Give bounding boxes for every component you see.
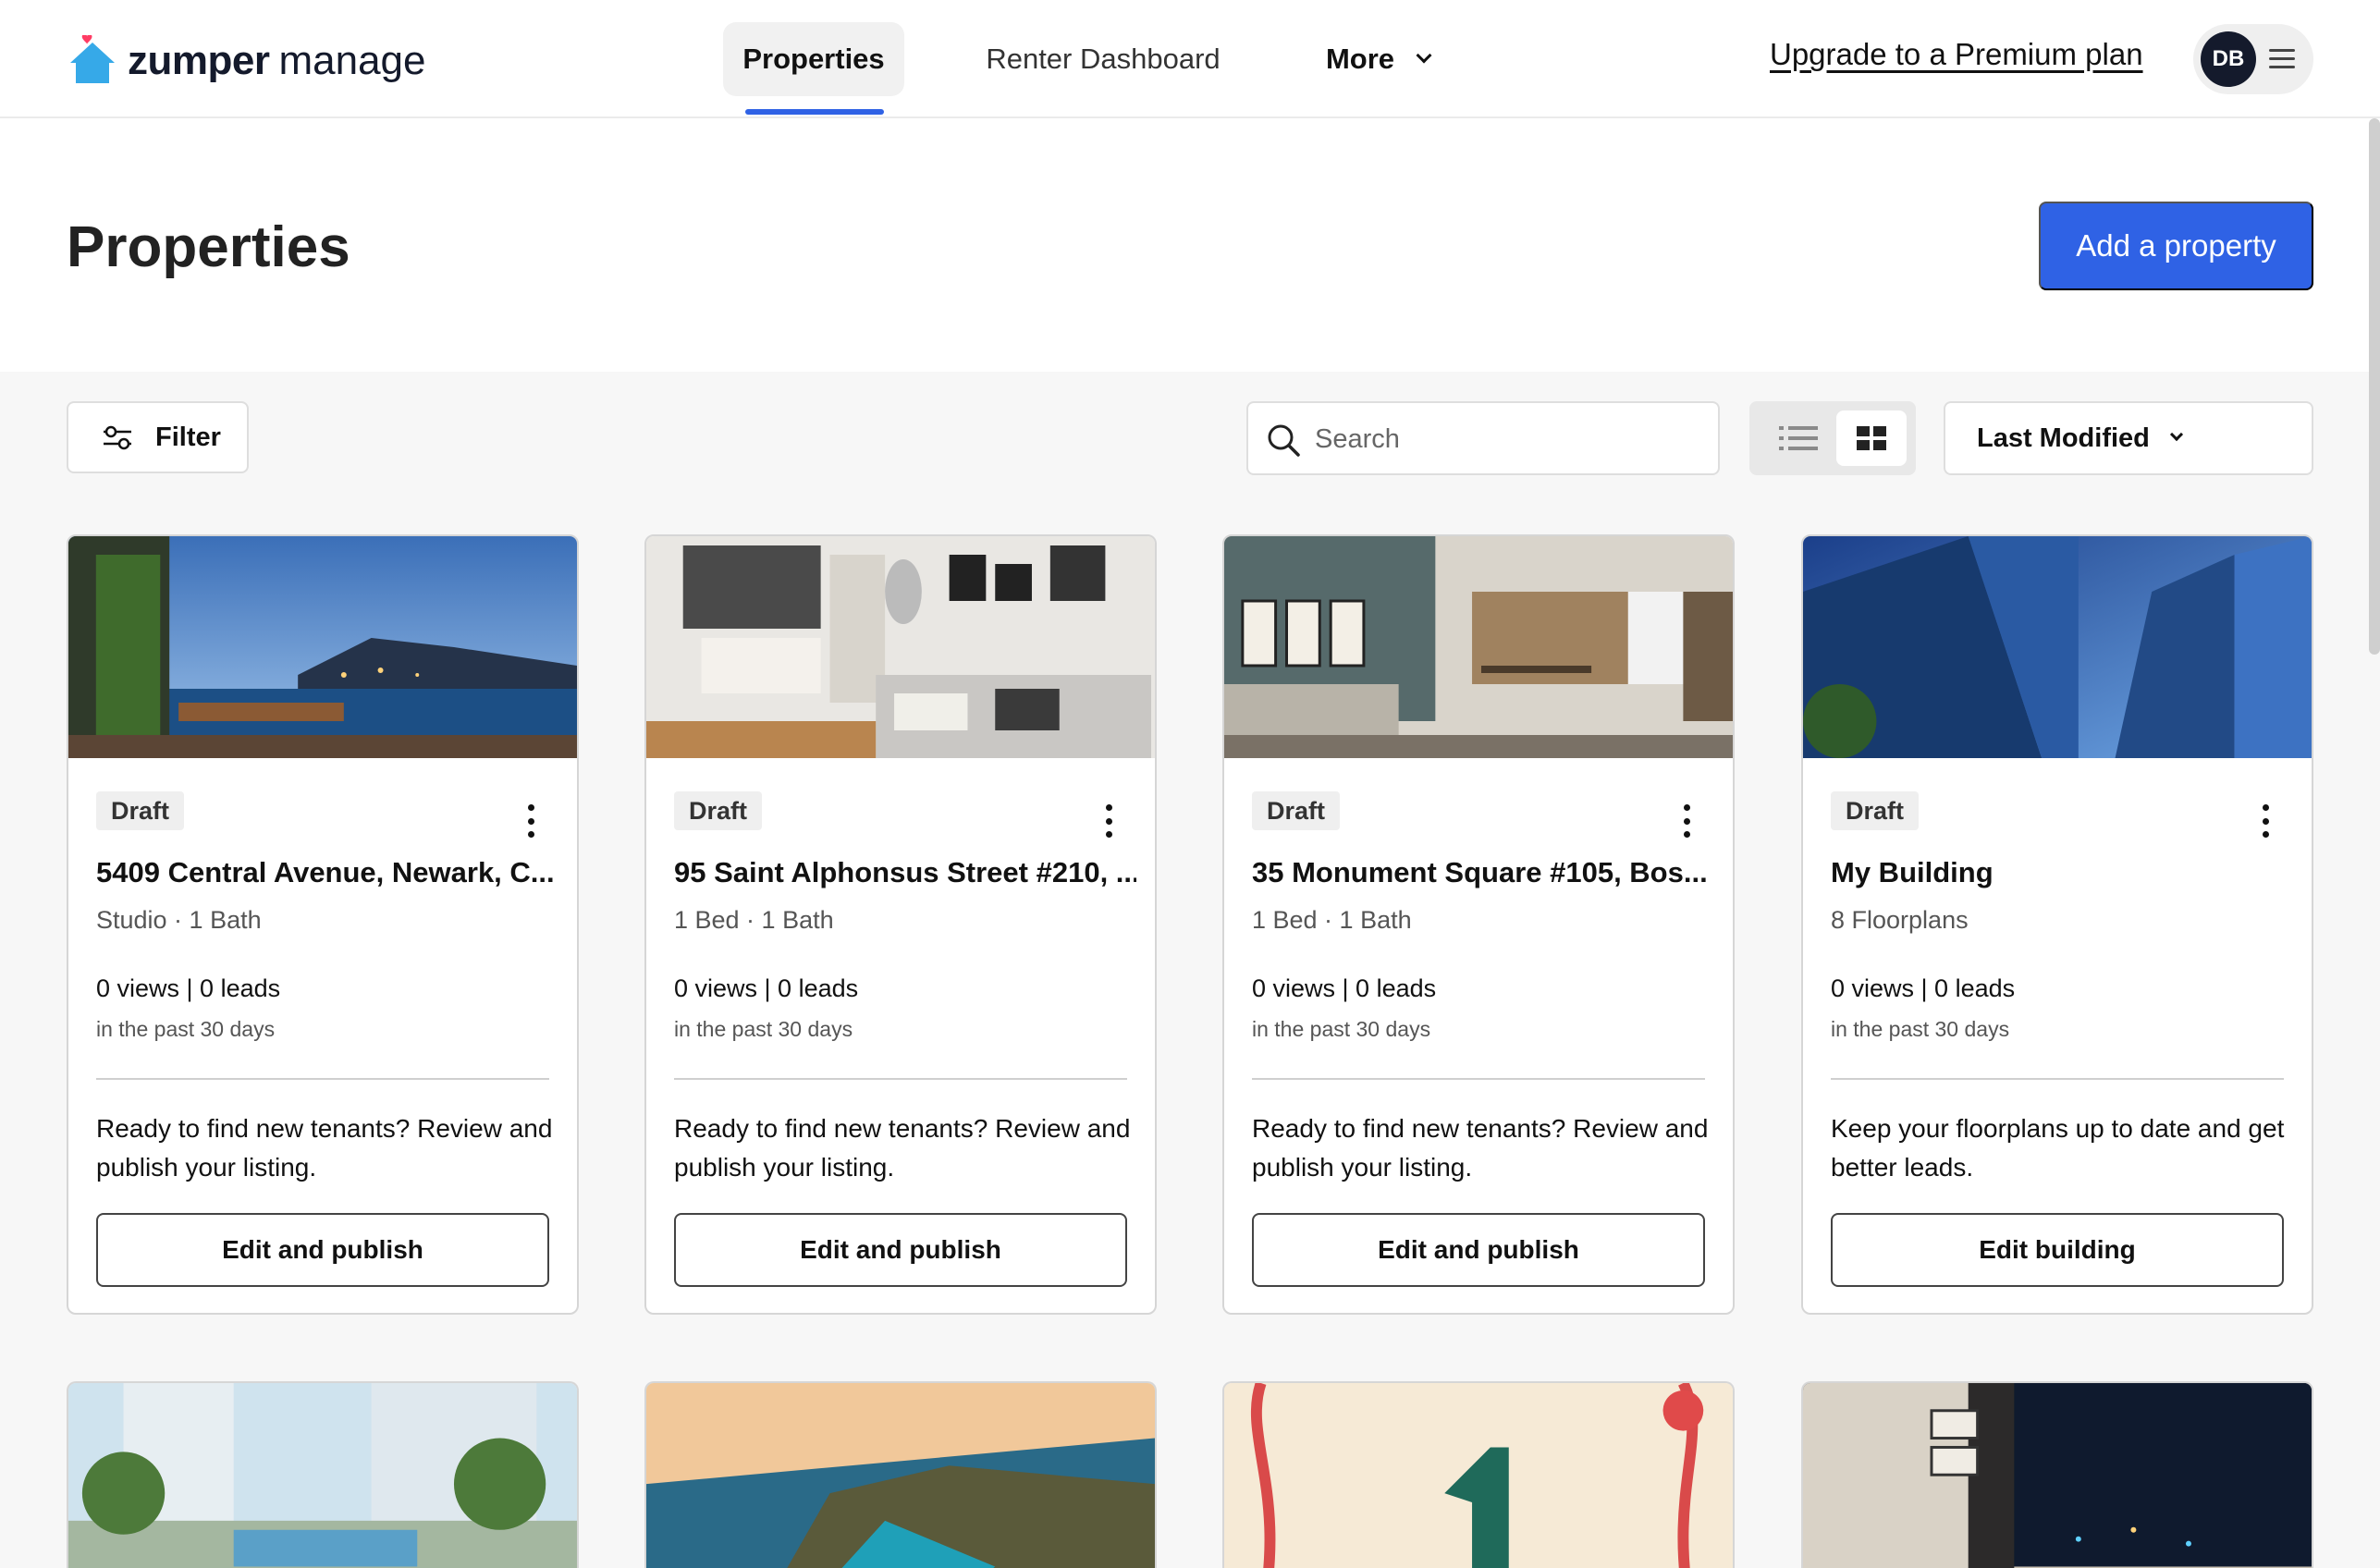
property-details: 8 Floorplans xyxy=(1831,906,1969,934)
active-tab-indicator xyxy=(745,109,884,115)
nav-tab-more[interactable]: More xyxy=(1313,22,1442,96)
card-message: Ready to find new tenants? Review and pu… xyxy=(96,1114,553,1182)
property-address[interactable]: My Building xyxy=(1831,856,2293,889)
property-photo[interactable] xyxy=(68,536,577,758)
property-photo[interactable] xyxy=(1224,536,1733,758)
grid-view-button[interactable] xyxy=(1836,410,1907,466)
card-divider xyxy=(96,1078,549,1080)
status-badge: Draft xyxy=(674,791,763,830)
more-options-icon[interactable] xyxy=(521,804,540,838)
logo-wordmark: zumper xyxy=(128,38,270,83)
property-details: 1 Bed · 1 Bath xyxy=(1252,906,1412,934)
list-view-button[interactable] xyxy=(1766,412,1831,464)
edit-and-publish-button[interactable]: Edit and publish xyxy=(674,1213,1127,1287)
sort-label: Last Modified xyxy=(1977,423,2150,453)
coastline-photo xyxy=(646,1383,1155,1568)
property-card[interactable]: Draft My Building 8 Floorplans 0 views |… xyxy=(1801,534,2313,1315)
stats-period: in the past 30 days xyxy=(1831,1017,2010,1041)
festive-number-one-photo xyxy=(1224,1383,1733,1568)
status-badge: Draft xyxy=(1252,791,1341,830)
status-badge: Draft xyxy=(1831,791,1920,830)
search-icon xyxy=(1268,424,1300,457)
nav-tab-renter-dashboard[interactable]: Renter Dashboard xyxy=(962,22,1245,96)
card-message: Keep your floorplans up to date and get … xyxy=(1831,1114,2285,1182)
more-options-icon[interactable] xyxy=(1099,804,1118,838)
views-leads-stats: 0 views | 0 leads xyxy=(1252,974,1437,1002)
more-options-icon[interactable] xyxy=(1677,804,1696,838)
resort-pool-photo xyxy=(68,1383,577,1568)
avatar: DB xyxy=(2201,31,2256,87)
chevron-down-icon xyxy=(1416,47,1432,64)
property-details: 1 Bed · 1 Bath xyxy=(674,906,834,934)
property-card-photo[interactable] xyxy=(1801,1381,2313,1568)
property-address[interactable]: 35 Monument Square #105, Bos... xyxy=(1252,856,1714,889)
upgrade-premium-link[interactable]: Upgrade to a Premium plan xyxy=(1770,37,2143,72)
card-message: Ready to find new tenants? Review and pu… xyxy=(674,1114,1131,1182)
property-address[interactable]: 95 Saint Alphonsus Street #210, ... xyxy=(674,856,1136,889)
property-address[interactable]: 5409 Central Avenue, Newark, C... xyxy=(96,856,558,889)
logo-product-name: manage xyxy=(278,38,426,83)
views-leads-stats: 0 views | 0 leads xyxy=(96,974,281,1002)
search-input[interactable] xyxy=(1315,416,1703,462)
status-badge: Draft xyxy=(96,791,185,830)
list-view-icon xyxy=(1779,426,1818,450)
filter-button[interactable]: Filter xyxy=(67,401,249,473)
page-scrollbar[interactable] xyxy=(2369,118,2380,655)
property-card-photo[interactable] xyxy=(1222,1381,1735,1568)
property-photo[interactable] xyxy=(646,536,1155,758)
edit-building-button[interactable]: Edit building xyxy=(1831,1213,2284,1287)
hamburger-menu-icon xyxy=(2269,49,2295,69)
property-card-photo[interactable] xyxy=(644,1381,1157,1568)
add-property-button[interactable]: Add a property xyxy=(2039,202,2313,290)
edit-and-publish-button[interactable]: Edit and publish xyxy=(96,1213,549,1287)
edit-and-publish-button[interactable]: Edit and publish xyxy=(1252,1213,1705,1287)
view-mode-toggle xyxy=(1749,401,1916,475)
search-field[interactable] xyxy=(1246,401,1720,475)
nav-tab-label: Properties xyxy=(742,43,885,75)
card-message: Ready to find new tenants? Review and pu… xyxy=(1252,1114,1709,1182)
card-divider xyxy=(674,1078,1127,1080)
property-card-photo[interactable] xyxy=(67,1381,579,1568)
nav-tab-label: More xyxy=(1325,43,1395,75)
sliders-icon xyxy=(104,425,131,450)
property-photo[interactable] xyxy=(1803,536,2312,758)
more-options-icon[interactable] xyxy=(2256,804,2275,838)
stats-period: in the past 30 days xyxy=(1252,1017,1431,1041)
grid-view-icon xyxy=(1857,426,1886,450)
house-logo-icon xyxy=(70,35,115,83)
nav-tab-label: Renter Dashboard xyxy=(986,43,1221,75)
card-divider xyxy=(1831,1078,2284,1080)
chevron-down-icon xyxy=(2169,427,2183,442)
property-card[interactable]: Draft 95 Saint Alphonsus Street #210, ..… xyxy=(644,534,1157,1315)
card-divider xyxy=(1252,1078,1705,1080)
property-card[interactable]: Draft 35 Monument Square #105, Bos... 1 … xyxy=(1222,534,1735,1315)
user-menu-button[interactable]: DB xyxy=(2193,24,2313,94)
views-leads-stats: 0 views | 0 leads xyxy=(1831,974,2016,1002)
sort-dropdown[interactable]: Last Modified xyxy=(1944,401,2313,475)
views-leads-stats: 0 views | 0 leads xyxy=(674,974,859,1002)
property-card[interactable]: Draft 5409 Central Avenue, Newark, C... … xyxy=(67,534,579,1315)
filter-label: Filter xyxy=(155,422,221,452)
zumper-manage-logo[interactable]: zumper manage xyxy=(67,33,426,89)
nav-tab-properties[interactable]: Properties xyxy=(723,22,904,96)
stats-period: in the past 30 days xyxy=(96,1017,276,1041)
city-view-lounge-photo xyxy=(1803,1383,2312,1568)
top-navigation-bar: zumper manage Properties Renter Dashboar… xyxy=(0,0,2380,118)
page-title: Properties xyxy=(67,215,350,279)
stats-period: in the past 30 days xyxy=(674,1017,853,1041)
property-details: Studio · 1 Bath xyxy=(96,906,262,934)
